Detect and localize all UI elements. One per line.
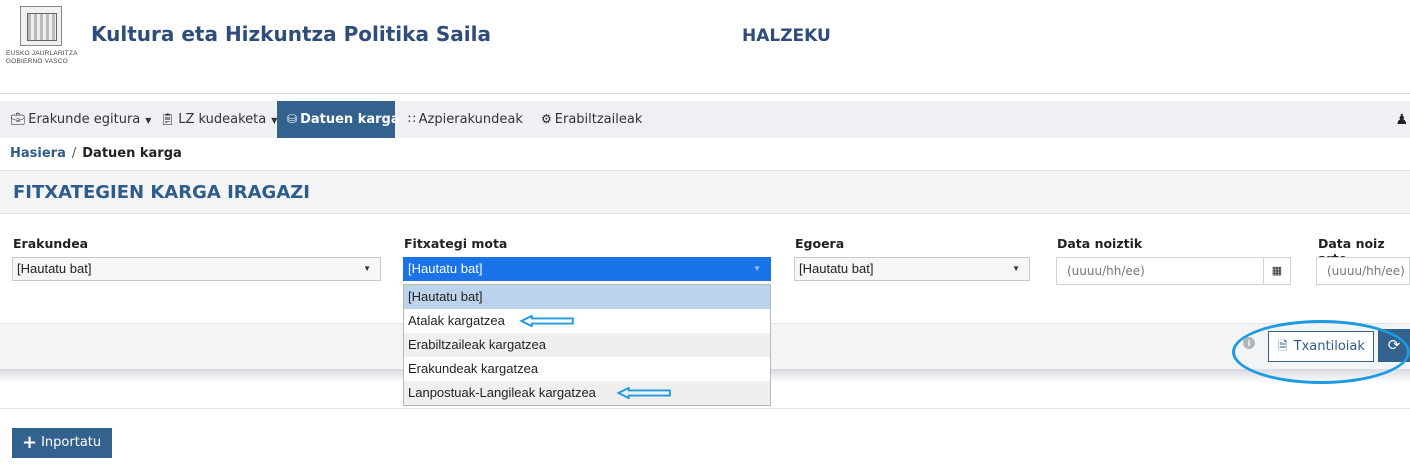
- chevron-down-icon: ▼: [1012, 264, 1020, 273]
- egoera-label: Egoera: [795, 236, 845, 251]
- database-icon: ⛁: [287, 112, 298, 126]
- main-nav: 💼︎ Erakunde egitura ▼ 📋︎ LZ kudeaketa ▼ ⛁ Dat…: [0, 101, 1410, 138]
- fitxategi-mota-label: Fitxategi mota: [404, 236, 508, 251]
- data-noiztik-input[interactable]: (uuuu/hh/ee): [1056, 257, 1264, 285]
- option-label: Erabiltzaileak kargatzea: [408, 337, 547, 352]
- calendar-icon[interactable]: ▦: [1263, 257, 1291, 285]
- nav-item-azpierakundeak[interactable]: ∷ Azpierakundeak: [408, 101, 523, 138]
- filter-panel-header: FITXATEGIEN KARGA IRAGAZI: [0, 170, 1410, 214]
- plus-icon: +: [22, 432, 38, 453]
- chevron-down-icon: ▼: [363, 264, 371, 273]
- fitxategi-mota-select[interactable]: [Hautatu bat] ▼: [403, 257, 771, 281]
- annotation-ellipse: [1232, 320, 1410, 384]
- erakundea-select-value: [Hautatu bat]: [17, 261, 92, 276]
- logo-text-line2: GOBIERNO VASCO: [6, 58, 68, 65]
- data-noiztik-label: Data noiztik: [1057, 236, 1143, 251]
- nav-label: Azpierakundeak: [418, 112, 523, 127]
- app-header: EUSKO JAURLARITZA GOBIERNO VASCO Kultura…: [0, 0, 1410, 94]
- user-icon[interactable]: ♟: [1395, 111, 1408, 128]
- dropdown-option[interactable]: [Hautatu bat]: [404, 285, 770, 309]
- fitxategi-mota-select-value: [Hautatu bat]: [408, 261, 483, 276]
- nav-item-datuen-karga[interactable]: ⛁ Datuen karga: [277, 101, 400, 138]
- breadcrumb-current: Datuen karga: [82, 146, 182, 161]
- annotation-arrow-icon: [616, 387, 671, 399]
- nav-item-erakunde-egitura[interactable]: 💼︎ Erakunde egitura ▼: [10, 101, 151, 138]
- option-label: Lanpostuak-Langileak kargatzea: [408, 385, 596, 400]
- breadcrumb-separator: /: [71, 146, 77, 161]
- egoera-select-value: [Hautatu bat]: [799, 261, 874, 276]
- breadcrumb: Hasiera / Datuen karga: [10, 146, 182, 161]
- section-divider: [0, 408, 1410, 409]
- nav-label: Erabiltzaileak: [554, 112, 643, 127]
- department-title: Kultura eta Hizkuntza Politika Saila: [91, 22, 492, 46]
- dropdown-option[interactable]: Lanpostuak-Langileak kargatzea: [404, 381, 770, 405]
- dropdown-option[interactable]: Atalak kargatzea: [404, 309, 770, 333]
- nav-item-erabiltzaileak[interactable]: ⚙ Erabiltzaileak: [541, 101, 642, 138]
- gobierno-vasco-logo[interactable]: EUSKO JAURLARITZA GOBIERNO VASCO: [6, 6, 78, 72]
- page-title: FITXATEGIEN KARGA IRAGAZI: [13, 182, 311, 203]
- briefcase-icon: 💼︎: [10, 112, 26, 126]
- logo-text-line1: EUSKO JAURLARITZA: [6, 50, 78, 57]
- import-button[interactable]: + Inportatu: [12, 428, 112, 458]
- breadcrumb-home-link[interactable]: Hasiera: [10, 146, 66, 161]
- grid-icon: ∷: [408, 112, 416, 126]
- app-title: HALZEKU: [742, 26, 831, 46]
- import-button-label: Inportatu: [41, 435, 102, 450]
- coat-of-arms-icon: [20, 6, 62, 46]
- caret-down-icon: ▼: [145, 116, 152, 125]
- nav-item-lz-kudeaketa[interactable]: 📋︎ LZ kudeaketa ▼: [160, 101, 277, 138]
- data-noiz-arte-input[interactable]: (uuuu/hh/ee): [1316, 257, 1410, 285]
- option-label: [Hautatu bat]: [408, 289, 483, 304]
- nav-label: Datuen karga: [300, 112, 400, 127]
- option-label: Atalak kargatzea: [408, 313, 505, 328]
- egoera-select[interactable]: [Hautatu bat] ▼: [794, 257, 1030, 281]
- clipboard-icon: 📋︎: [160, 112, 176, 126]
- erakundea-label: Erakundea: [13, 236, 89, 251]
- fitxategi-mota-dropdown: [Hautatu bat] Atalak kargatzea Erabiltza…: [403, 284, 771, 406]
- dropdown-option[interactable]: Erakundeak kargatzea: [404, 357, 770, 381]
- erakundea-select[interactable]: [Hautatu bat] ▼: [12, 257, 381, 281]
- dropdown-option[interactable]: Erabiltzaileak kargatzea: [404, 333, 770, 357]
- nav-label: LZ kudeaketa: [178, 112, 267, 127]
- annotation-arrow-icon: [519, 315, 574, 327]
- nav-label: Erakunde egitura: [28, 112, 141, 127]
- chevron-down-icon: ▼: [753, 264, 761, 273]
- option-label: Erakundeak kargatzea: [408, 361, 539, 376]
- users-cog-icon: ⚙: [541, 112, 552, 126]
